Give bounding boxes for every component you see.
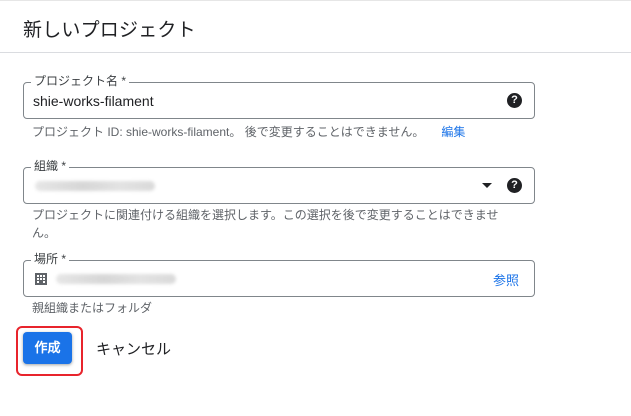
project-id-text: プロジェクト ID: shie-works-filament。 後で変更すること… — [32, 125, 425, 139]
project-name-input[interactable]: shie-works-filament — [33, 92, 154, 110]
cancel-button[interactable]: キャンセル — [96, 338, 171, 359]
organization-hint: プロジェクトに関連付ける組織を選択します。この選択を後で変更することはできませ … — [32, 206, 498, 242]
location-value-redacted — [56, 274, 176, 284]
organization-hint-line1: プロジェクトに関連付ける組織を選択します。この選択を後で変更することはできませ — [32, 208, 499, 222]
building-icon — [35, 273, 47, 285]
new-project-page: 新しいプロジェクト プロジェクト名 * shie-works-filament … — [0, 0, 631, 416]
organization-label: 組織 * — [31, 159, 70, 173]
create-button[interactable]: 作成 — [23, 332, 72, 364]
edit-project-id-link[interactable]: 編集 — [441, 125, 465, 139]
project-id-hint: プロジェクト ID: shie-works-filament。 後で変更すること… — [32, 123, 465, 141]
page-title: 新しいプロジェクト — [23, 20, 196, 41]
project-name-field[interactable]: プロジェクト名 * shie-works-filament ? — [23, 74, 535, 119]
organization-hint-line2: ん。 — [32, 226, 57, 240]
location-field[interactable]: 場所 * 参照 — [23, 252, 535, 297]
organization-value-redacted — [35, 181, 155, 191]
location-hint: 親組織またはフォルダ — [32, 301, 153, 315]
help-icon[interactable]: ? — [507, 93, 522, 108]
project-name-label: プロジェクト名 * — [31, 74, 130, 88]
chevron-down-icon[interactable] — [482, 183, 492, 188]
help-icon[interactable]: ? — [507, 178, 522, 193]
dialog-header: 新しいプロジェクト — [0, 0, 631, 53]
location-label: 場所 * — [31, 252, 70, 266]
browse-link[interactable]: 参照 — [493, 270, 519, 289]
organization-select[interactable]: 組織 * ? — [23, 159, 535, 204]
